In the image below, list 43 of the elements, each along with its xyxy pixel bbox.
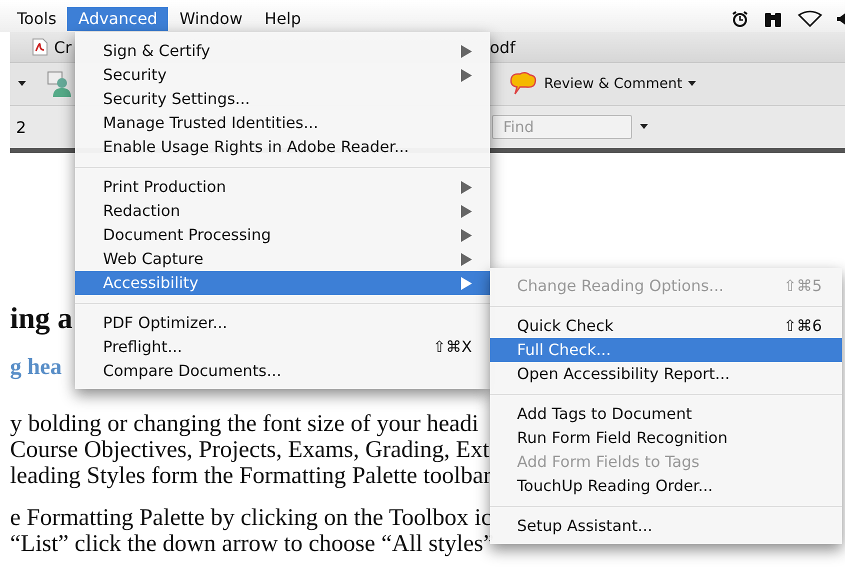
paragraph-line: y bolding or changing the font size of your headi xyxy=(10,411,479,437)
menu-item[interactable]: Compare Documents... xyxy=(75,359,490,383)
paragraph-line: Course Objectives, Projects, Exams, Grading, Ext xyxy=(10,437,490,463)
menu-bar-item[interactable]: Advanced xyxy=(67,7,168,31)
menu-item[interactable]: Manage Trusted Identities... xyxy=(75,111,490,135)
find-field[interactable]: Find xyxy=(492,115,632,139)
paragraph-line: leading Styles form the Formatting Palette toolbar xyxy=(10,463,492,489)
pdf-file-icon xyxy=(32,38,48,56)
caret-icon xyxy=(688,81,696,87)
paragraph-line: e Formatting Palette by clicking on the Toolbox ic xyxy=(10,505,492,531)
menu-item[interactable]: Accessibility xyxy=(75,271,490,295)
menu-bar-item[interactable]: Tools xyxy=(6,7,68,31)
speech-bubble-icon xyxy=(508,71,538,97)
menu-item[interactable]: Security Settings... xyxy=(75,87,490,111)
menu-bar-item[interactable]: Window xyxy=(168,7,254,31)
person-icon[interactable] xyxy=(46,70,74,98)
alarm-clock-icon[interactable] xyxy=(731,10,749,28)
menu-item[interactable]: Enable Usage Rights in Adobe Reader... xyxy=(75,135,490,159)
menu-item[interactable]: Security xyxy=(75,63,490,87)
document-heading: ing a xyxy=(10,303,73,335)
caret-icon[interactable] xyxy=(18,81,26,87)
menu-item[interactable]: Open Accessibility Report... xyxy=(490,362,842,386)
page-number[interactable]: 2 xyxy=(16,118,26,136)
menu-item[interactable]: Run Form Field Recognition xyxy=(490,426,842,450)
document-subheading: g hea xyxy=(10,353,62,381)
menu-item[interactable]: TouchUp Reading Order... xyxy=(490,474,842,498)
menu-item[interactable]: Sign & Certify xyxy=(75,39,490,63)
menu-item[interactable]: Add Tags to Document xyxy=(490,402,842,426)
caret-icon[interactable] xyxy=(640,124,648,130)
document-title: Cr xyxy=(54,38,72,56)
menu-item[interactable]: Web Capture xyxy=(75,247,490,271)
menu-item[interactable]: PDF Optimizer... xyxy=(75,311,490,335)
review-comment-button[interactable]: Review & Comment xyxy=(508,71,696,97)
wifi-icon[interactable] xyxy=(797,10,823,28)
menu-item[interactable]: Quick Check ⇧⌘6 xyxy=(490,314,842,338)
binoculars-icon[interactable] xyxy=(763,10,783,28)
menu-item[interactable]: Document Processing xyxy=(75,223,490,247)
menu-item[interactable]: Full Check... xyxy=(490,338,842,362)
menu-bar-item[interactable]: Help xyxy=(254,7,312,31)
menu-item[interactable]: Preflight... ⇧⌘X xyxy=(75,335,490,359)
document-title: odf xyxy=(490,38,516,56)
menu-item[interactable]: Print Production xyxy=(75,175,490,199)
menu-item[interactable]: Redaction xyxy=(75,199,490,223)
